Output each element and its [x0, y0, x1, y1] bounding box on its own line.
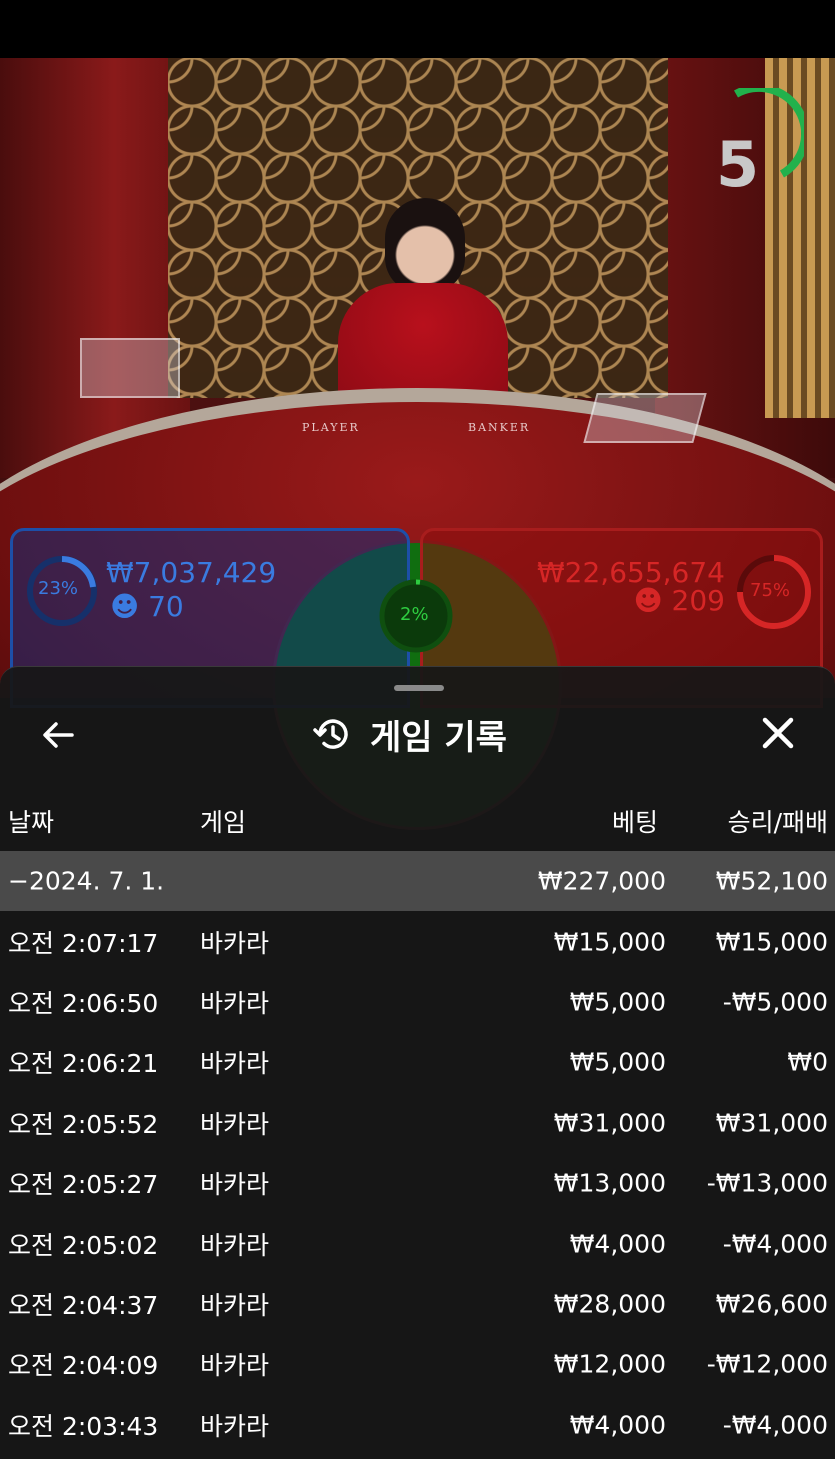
column-header-bet[interactable]: 베팅	[612, 803, 658, 839]
summary-bet: ₩227,000	[537, 866, 666, 896]
history-table: −2024. 7. 1. ₩227,000 ₩52,100 오전 2:07:17…	[0, 851, 835, 1455]
table-row[interactable]: 오전 2:06:21 바카라 ₩5,000 ₩0	[0, 1032, 835, 1092]
row-result: ₩15,000	[715, 927, 828, 957]
card-shoe	[583, 393, 707, 443]
close-icon[interactable]	[758, 713, 798, 753]
row-time: 오전 2:04:37	[8, 1290, 159, 1320]
row-bet: ₩13,000	[553, 1168, 666, 1198]
row-bet: ₩28,000	[553, 1289, 666, 1319]
row-bet: ₩5,000	[569, 1047, 666, 1077]
table-row[interactable]: 오전 2:05:27 바카라 ₩13,000 -₩13,000	[0, 1153, 835, 1213]
summary-date: −2024. 7. 1.	[8, 866, 165, 896]
table-row[interactable]: 오전 2:06:50 바카라 ₩5,000 -₩5,000	[0, 972, 835, 1032]
arrow-left-icon[interactable]	[38, 715, 78, 755]
table-row[interactable]: 오전 2:04:37 바카라 ₩28,000 ₩26,600	[0, 1274, 835, 1334]
card-shoe	[80, 338, 180, 398]
user-icon: ☻	[110, 590, 140, 623]
row-result: -₩13,000	[706, 1168, 828, 1198]
row-time: 오전 2:07:17	[8, 928, 159, 958]
row-game: 바카라	[200, 928, 270, 958]
row-game: 바카라	[200, 1049, 270, 1079]
table-row[interactable]: 오전 2:04:09 바카라 ₩12,000 -₩12,000	[0, 1334, 835, 1394]
sheet-header: 게임 기록	[312, 711, 507, 758]
row-result: -₩4,000	[722, 1410, 828, 1440]
row-bet: ₩31,000	[553, 1108, 666, 1138]
row-result: ₩26,600	[715, 1289, 828, 1319]
felt-label-player: PLAYER	[302, 421, 360, 434]
column-header-result[interactable]: 승리/패배	[728, 803, 828, 839]
row-time: 오전 2:04:09	[8, 1351, 159, 1381]
row-game: 바카라	[200, 988, 270, 1018]
sheet-title: 게임 기록	[370, 717, 507, 758]
row-result: ₩0	[787, 1047, 828, 1077]
status-bar	[0, 0, 835, 58]
player-percent: 23%	[38, 578, 79, 599]
drag-handle[interactable]	[394, 685, 444, 691]
row-bet: ₩4,000	[569, 1410, 666, 1440]
table-row[interactable]: 오전 2:07:17 바카라 ₩15,000 ₩15,000	[0, 911, 835, 971]
row-game: 바카라	[200, 1109, 270, 1139]
user-icon: ☻	[633, 584, 663, 617]
table-row[interactable]: 오전 2:05:52 바카라 ₩31,000 ₩31,000	[0, 1093, 835, 1153]
player-total-amount: ₩7,037,429	[106, 556, 277, 589]
column-header-game[interactable]: 게임	[200, 803, 246, 839]
row-game: 바카라	[200, 1170, 270, 1200]
countdown-timer: 5	[716, 128, 760, 201]
dealer	[385, 198, 465, 293]
row-result: -₩12,000	[706, 1349, 828, 1379]
player-bettors: ☻ 70	[110, 590, 184, 623]
row-time: 오전 2:05:27	[8, 1170, 159, 1200]
row-bet: ₩5,000	[569, 987, 666, 1017]
row-game: 바카라	[200, 1351, 270, 1381]
row-bet: ₩12,000	[553, 1349, 666, 1379]
row-bet: ₩4,000	[569, 1229, 666, 1259]
row-time: 오전 2:03:43	[8, 1411, 159, 1441]
table-row[interactable]: 오전 2:05:02 바카라 ₩4,000 -₩4,000	[0, 1213, 835, 1273]
row-result: ₩31,000	[715, 1108, 828, 1138]
column-header-date[interactable]: 날짜	[8, 803, 54, 839]
table-row[interactable]: 오전 2:03:43 바카라 ₩4,000 -₩4,000	[0, 1395, 835, 1455]
tie-percent: 2%	[400, 604, 429, 625]
row-time: 오전 2:05:02	[8, 1230, 159, 1260]
date-summary-row[interactable]: −2024. 7. 1. ₩227,000 ₩52,100	[0, 851, 835, 912]
row-time: 오전 2:06:50	[8, 988, 159, 1018]
banker-percent: 75%	[750, 580, 791, 601]
history-icon	[313, 719, 348, 749]
banker-bettors: ☻ 209	[633, 584, 725, 617]
game-history-sheet: 게임 기록 날짜 게임 베팅 승리/패배 −2024. 7. 1. ₩227,0…	[0, 666, 835, 1459]
row-game: 바카라	[200, 1230, 270, 1260]
felt-label-banker: BANKER	[468, 421, 531, 434]
row-time: 오전 2:05:52	[8, 1109, 159, 1139]
row-result: -₩4,000	[722, 1229, 828, 1259]
row-game: 바카라	[200, 1411, 270, 1441]
row-time: 오전 2:06:21	[8, 1049, 159, 1079]
summary-result: ₩52,100	[715, 866, 828, 896]
row-game: 바카라	[200, 1290, 270, 1320]
row-result: -₩5,000	[722, 987, 828, 1017]
row-bet: ₩15,000	[553, 927, 666, 957]
